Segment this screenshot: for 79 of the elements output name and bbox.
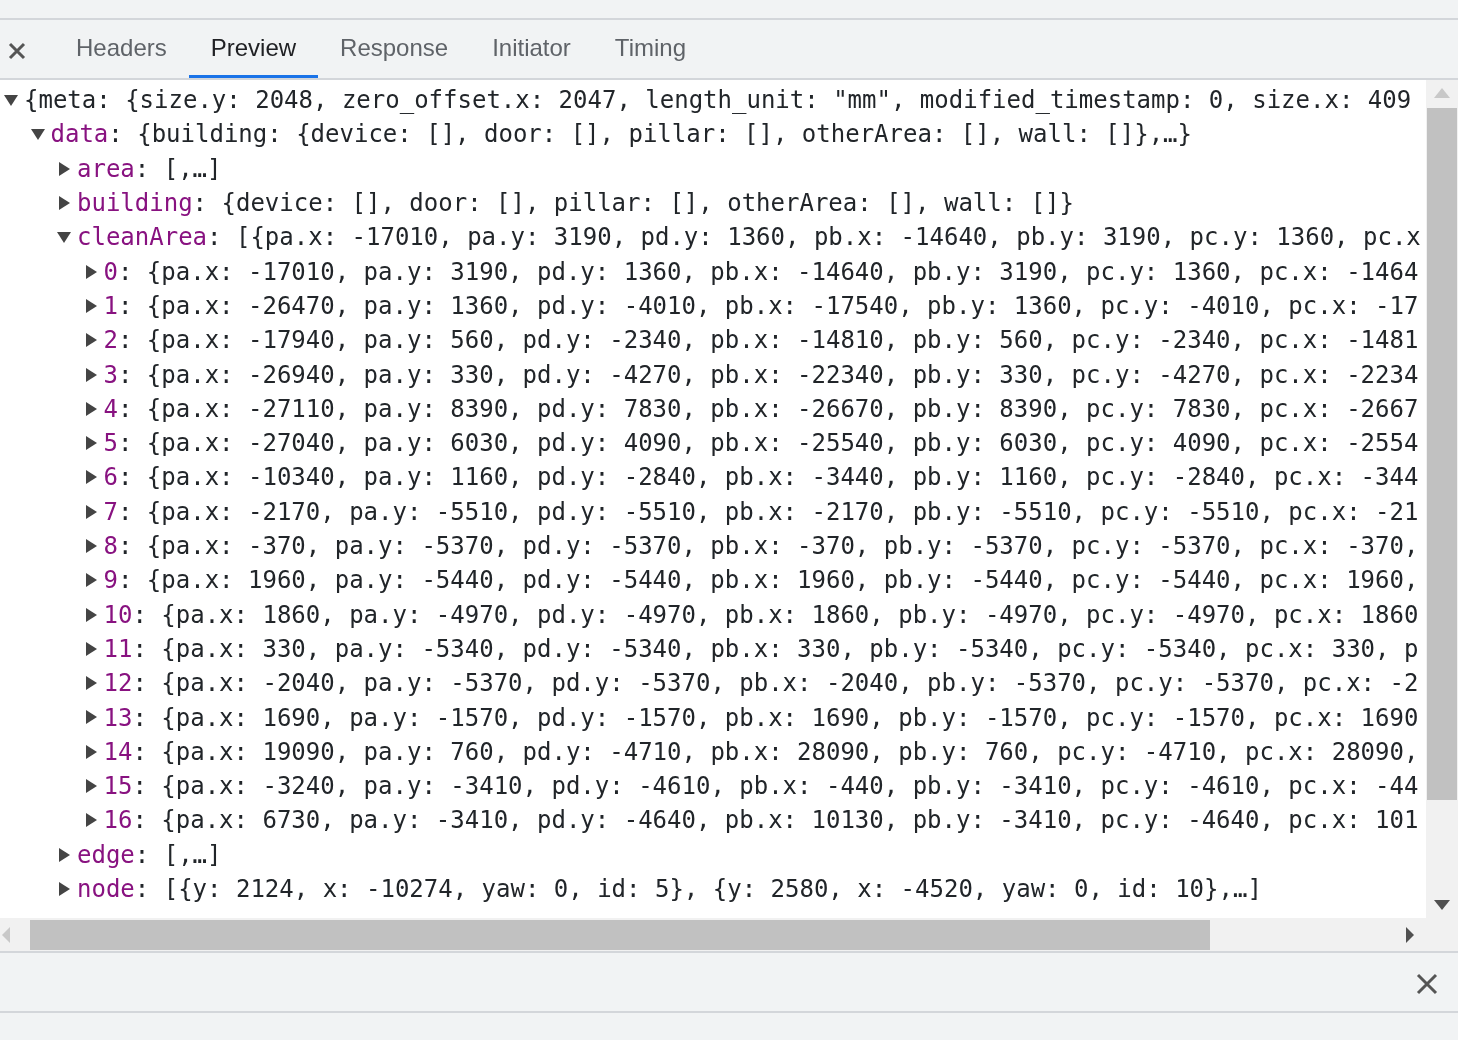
- property-key: 7: [103, 493, 118, 530]
- property-key: node: [77, 871, 135, 907]
- property-value: : [,…]: [134, 153, 222, 185]
- expand-triangle-icon[interactable]: [83, 641, 98, 656]
- collapse-triangle-icon[interactable]: [57, 230, 71, 245]
- expand-triangle-icon[interactable]: [83, 779, 98, 794]
- property-value: : {pa.x: 6730, pa.y: -3410, pd.y: -4640, pb.x: 10130, pb.y: -3410, pc.y: -4640, pc.x: 101: [132, 805, 1419, 837]
- property-key: 12: [103, 665, 133, 702]
- property-value: : {pa.x: -17940, pa.y: 560, pd.y: -2340, pb.x: -14810, pb.y: 560, pc.y: -2340, pc.x: -1481: [117, 325, 1419, 357]
- property-key: area: [77, 150, 135, 187]
- property-key: 15: [103, 768, 133, 805]
- expand-triangle-icon[interactable]: [83, 264, 98, 279]
- property-key: 11: [103, 630, 133, 667]
- property-value: : {pa.x: 1860, pa.y: -4970, pd.y: -4970, pb.x: 1860, pb.y: -4970, pc.y: -4970, pc.x: 1860: [132, 599, 1419, 631]
- property-value: : {building: {device: [], door: [], pillar: [], otherArea: [], wall: []},…}: [108, 119, 1192, 151]
- expand-triangle-icon[interactable]: [57, 161, 71, 176]
- property-key: data: [50, 116, 109, 153]
- property-key: building: [77, 185, 193, 222]
- property-key: 16: [103, 802, 133, 839]
- expand-triangle-icon[interactable]: [57, 847, 71, 862]
- expand-triangle-icon[interactable]: [83, 298, 98, 313]
- property-key: 1: [103, 287, 118, 324]
- property-value: : {pa.x: 1960, pa.y: -5440, pd.y: -5440, pb.x: 1960, pb.y: -5440, pc.y: -5440, pc.x: 1960,: [117, 565, 1419, 597]
- property-value: {meta: {size.y: 2048, zero_offset.x: 2047, length_unit: "mm", modified_timestamp: 0, size.x: 409: [24, 85, 1412, 117]
- property-value: : {pa.x: -2170, pa.y: -5510, pd.y: -5510, pb.x: -2170, pb.y: -5510, pc.y: -5510, pc.x: -21: [117, 496, 1419, 528]
- property-key: 5: [103, 425, 118, 462]
- tab[interactable]: Headers: [54, 20, 189, 78]
- expand-triangle-icon[interactable]: [57, 196, 71, 211]
- expand-triangle-icon[interactable]: [83, 470, 98, 485]
- property-value: : {pa.x: -27040, pa.y: 6030, pd.y: 4090, pb.x: -25540, pb.y: 6030, pc.y: 4090, pc.x: -2554: [117, 428, 1419, 460]
- expand-triangle-icon[interactable]: [83, 436, 98, 451]
- expand-triangle-icon[interactable]: [57, 881, 71, 896]
- property-key: 8: [103, 528, 118, 564]
- property-key: 13: [103, 699, 133, 736]
- expand-triangle-icon[interactable]: [83, 333, 98, 348]
- expand-triangle-icon[interactable]: [83, 676, 98, 691]
- property-key: 10: [103, 596, 133, 633]
- expand-triangle-icon[interactable]: [83, 744, 98, 759]
- property-key: 14: [103, 733, 133, 770]
- property-value: : {pa.x: 330, pa.y: -5340, pd.y: -5340, pb.x: 330, pb.y: -5340, pc.y: -5340, pc.x: 330, p: [132, 633, 1419, 665]
- expand-triangle-icon[interactable]: [83, 710, 98, 725]
- scroll-down-icon[interactable]: [1434, 900, 1450, 910]
- property-value: : {pa.x: -26940, pa.y: 330, pd.y: -4270, pb.x: -22340, pb.y: 330, pc.y: -4270, pc.x: -2234: [117, 359, 1419, 391]
- property-key: 2: [103, 322, 118, 359]
- expand-triangle-icon[interactable]: [83, 573, 98, 588]
- horizontal-scrollbar[interactable]: [0, 918, 1458, 951]
- property-value: : {pa.x: 1690, pa.y: -1570, pd.y: -1570, pb.x: 1690, pb.y: -1570, pc.y: -1570, pc.x: 1690: [132, 702, 1419, 734]
- property-key: 3: [103, 356, 118, 393]
- property-value: : {pa.x: -26470, pa.y: 1360, pd.y: -4010, pb.x: -17540, pb.y: 1360, pc.y: -4010, pc.x: -17: [117, 290, 1419, 322]
- property-value: : {device: [], door: [], pillar: [], otherArea: [], wall: []}: [192, 188, 1074, 220]
- property-key: 0: [103, 253, 118, 290]
- collapse-triangle-icon[interactable]: [4, 93, 18, 108]
- property-value: : {pa.x: -370, pa.y: -5370, pd.y: -5370, pb.x: -370, pb.y: -5370, pc.y: -5370, pc.x: -370,: [117, 531, 1419, 562]
- tab[interactable]: Response: [318, 20, 471, 78]
- property-value: : [,…]: [134, 839, 222, 871]
- property-value: : {pa.x: -2040, pa.y: -5370, pd.y: -5370, pb.x: -2040, pb.y: -5370, pc.y: -5370, pc.x: -2: [132, 668, 1419, 700]
- property-value: : {pa.x: -3240, pa.y: -3410, pd.y: -4610, pb.x: -440, pb.y: -3410, pc.y: -4610, pc.x: -44: [132, 771, 1419, 803]
- property-value: : {pa.x: -10340, pa.y: 1160, pd.y: -2840, pb.x: -3440, pb.y: 1160, pc.y: -2840, pc.x: -344: [117, 462, 1419, 494]
- property-key: edge: [77, 836, 135, 873]
- property-key: 9: [103, 562, 118, 599]
- expand-triangle-icon[interactable]: [83, 504, 98, 519]
- property-key: 4: [103, 390, 118, 427]
- property-value: : [{pa.x: -17010, pa.y: 3190, pd.y: 1360, pb.x: -14640, pb.y: 3190, pc.y: 1360, pc.x: [207, 222, 1421, 254]
- expand-triangle-icon[interactable]: [83, 813, 98, 828]
- collapse-triangle-icon[interactable]: [30, 127, 45, 142]
- property-value: : [{y: 2124, x: -10274, yaw: 0, id: 5}, {y: 2580, x: -4520, yaw: 0, id: 10},…]: [134, 874, 1262, 905]
- expand-triangle-icon[interactable]: [83, 401, 98, 416]
- property-value: : {pa.x: 19090, pa.y: 760, pd.y: -4710, pb.x: 28090, pb.y: 760, pc.y: -4710, pc.x: 28090,: [132, 736, 1419, 768]
- expand-triangle-icon[interactable]: [83, 367, 98, 382]
- tab[interactable]: Initiator: [470, 20, 593, 78]
- tab[interactable]: Timing: [592, 20, 708, 78]
- expand-triangle-icon[interactable]: [83, 539, 98, 553]
- vertical-scrollbar[interactable]: [1426, 80, 1458, 918]
- scroll-right-icon[interactable]: [1406, 926, 1414, 943]
- property-value: : {pa.x: -17010, pa.y: 3190, pd.y: 1360, pb.x: -14640, pb.y: 3190, pc.y: 1360, pc.x: -1464: [117, 256, 1419, 288]
- property-value: : {pa.x: -27110, pa.y: 8390, pd.y: 7830, pb.x: -26670, pb.y: 8390, pc.y: 7830, pc.x: -2667: [117, 393, 1419, 425]
- expand-triangle-icon[interactable]: [83, 607, 98, 622]
- property-key: 6: [103, 459, 118, 496]
- property-key: cleanArea: [77, 219, 208, 256]
